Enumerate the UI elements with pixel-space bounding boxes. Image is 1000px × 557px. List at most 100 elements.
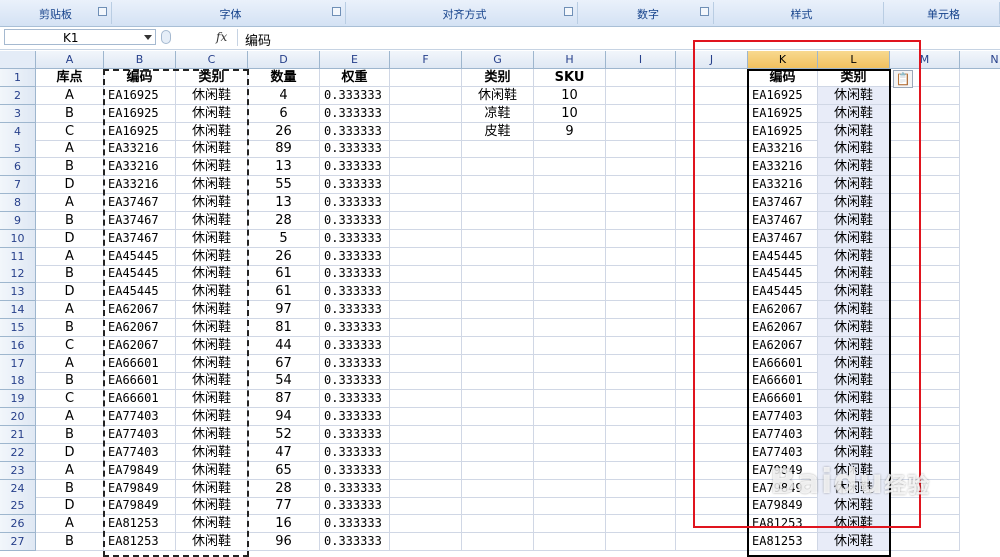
cell-E21[interactable]: 0.333333: [320, 426, 390, 444]
cell-I20[interactable]: [606, 408, 676, 427]
cell-J26[interactable]: [676, 515, 748, 534]
cell-A19[interactable]: C: [36, 390, 104, 409]
cell-D10[interactable]: 5: [248, 229, 320, 248]
cell-A6[interactable]: B: [36, 158, 104, 177]
cell-E24[interactable]: 0.333333: [320, 479, 390, 498]
row-header[interactable]: 3: [0, 104, 36, 123]
cell-H23[interactable]: [534, 461, 606, 480]
column-header-A[interactable]: A: [36, 51, 104, 69]
cell-I11[interactable]: [606, 247, 676, 266]
cell-E20[interactable]: 0.333333: [320, 408, 390, 427]
cell-C17[interactable]: 休闲鞋: [176, 354, 248, 373]
cell-C15[interactable]: 休闲鞋: [176, 318, 248, 337]
cell-I23[interactable]: [606, 461, 676, 480]
row-header[interactable]: 6: [0, 158, 36, 177]
cell-I14[interactable]: [606, 301, 676, 320]
cell-H16[interactable]: [534, 336, 606, 355]
cell-M13[interactable]: [890, 283, 960, 302]
cell-A9[interactable]: B: [36, 211, 104, 230]
cell-E8[interactable]: 0.333333: [320, 193, 390, 212]
cell-E4[interactable]: 0.333333: [320, 122, 390, 141]
cell-C10[interactable]: 休闲鞋: [176, 229, 248, 248]
cell-K13[interactable]: EA45445: [748, 283, 818, 302]
cell-M11[interactable]: [890, 247, 960, 266]
row-header[interactable]: 20: [0, 408, 36, 427]
cell-G2[interactable]: 休闲鞋: [462, 86, 534, 105]
cell-A8[interactable]: A: [36, 193, 104, 212]
cell-I4[interactable]: [606, 122, 676, 141]
formula-bar-resize-handle[interactable]: [161, 30, 171, 44]
cell-E18[interactable]: 0.333333: [320, 372, 390, 391]
cell-B9[interactable]: EA37467: [104, 211, 176, 230]
cell-E3[interactable]: 0.333333: [320, 104, 390, 123]
cell-B5[interactable]: EA33216: [104, 140, 176, 159]
cell-B25[interactable]: EA79849: [104, 497, 176, 516]
cell-F22[interactable]: [390, 443, 462, 462]
cell-D23[interactable]: 65: [248, 461, 320, 480]
cell-I17[interactable]: [606, 354, 676, 373]
cell-F8[interactable]: [390, 193, 462, 212]
chevron-down-icon[interactable]: [144, 35, 152, 40]
cell-B27[interactable]: EA81253: [104, 533, 176, 552]
cell-K19[interactable]: EA66601: [748, 390, 818, 409]
column-header-L[interactable]: L: [818, 51, 890, 69]
cell-G15[interactable]: [462, 318, 534, 337]
cell-G25[interactable]: [462, 497, 534, 516]
cell-G3[interactable]: 凉鞋: [462, 104, 534, 123]
cell-B14[interactable]: EA62067: [104, 301, 176, 320]
cell-J17[interactable]: [676, 354, 748, 373]
cell-I22[interactable]: [606, 443, 676, 462]
cell-K15[interactable]: EA62067: [748, 318, 818, 337]
cell-F1[interactable]: [390, 69, 462, 87]
cell-E25[interactable]: 0.333333: [320, 497, 390, 516]
cell-E2[interactable]: 0.333333: [320, 86, 390, 105]
cell-E13[interactable]: 0.333333: [320, 283, 390, 302]
cell-E19[interactable]: 0.333333: [320, 390, 390, 409]
cell-J1[interactable]: [676, 69, 748, 87]
row-header[interactable]: 1: [0, 69, 36, 87]
cell-H3[interactable]: 10: [534, 104, 606, 123]
cell-J12[interactable]: [676, 265, 748, 284]
cell-B22[interactable]: EA77403: [104, 443, 176, 462]
cell-I2[interactable]: [606, 86, 676, 105]
cell-G11[interactable]: [462, 247, 534, 266]
cell-B20[interactable]: EA77403: [104, 408, 176, 427]
cell-I27[interactable]: [606, 533, 676, 552]
cell-J8[interactable]: [676, 193, 748, 212]
cell-C13[interactable]: 休闲鞋: [176, 283, 248, 302]
cell-H12[interactable]: [534, 265, 606, 284]
cell-C24[interactable]: 休闲鞋: [176, 479, 248, 498]
cell-G19[interactable]: [462, 390, 534, 409]
cell-H10[interactable]: [534, 229, 606, 248]
cell-J2[interactable]: [676, 86, 748, 105]
cell-C27[interactable]: 休闲鞋: [176, 533, 248, 552]
dialog-launcher-icon[interactable]: [332, 7, 341, 16]
cell-D17[interactable]: 67: [248, 354, 320, 373]
cell-H25[interactable]: [534, 497, 606, 516]
cell-I26[interactable]: [606, 515, 676, 534]
cell-H7[interactable]: [534, 176, 606, 195]
cell-I8[interactable]: [606, 193, 676, 212]
cell-A23[interactable]: A: [36, 461, 104, 480]
cell-G21[interactable]: [462, 426, 534, 444]
cell-M16[interactable]: [890, 336, 960, 355]
cell-A27[interactable]: B: [36, 533, 104, 552]
cell-H26[interactable]: [534, 515, 606, 534]
cell-L12[interactable]: 休闲鞋: [818, 265, 890, 284]
cell-C12[interactable]: 休闲鞋: [176, 265, 248, 284]
cell-E16[interactable]: 0.333333: [320, 336, 390, 355]
cell-A3[interactable]: B: [36, 104, 104, 123]
cell-K17[interactable]: EA66601: [748, 354, 818, 373]
cell-J23[interactable]: [676, 461, 748, 480]
cell-C22[interactable]: 休闲鞋: [176, 443, 248, 462]
cell-A4[interactable]: C: [36, 122, 104, 141]
cell-H17[interactable]: [534, 354, 606, 373]
cell-M7[interactable]: [890, 176, 960, 195]
row-header[interactable]: 9: [0, 211, 36, 230]
cell-D3[interactable]: 6: [248, 104, 320, 123]
cell-C2[interactable]: 休闲鞋: [176, 86, 248, 105]
row-header[interactable]: 15: [0, 318, 36, 337]
cell-B7[interactable]: EA33216: [104, 176, 176, 195]
cell-H27[interactable]: [534, 533, 606, 552]
cell-F14[interactable]: [390, 301, 462, 320]
